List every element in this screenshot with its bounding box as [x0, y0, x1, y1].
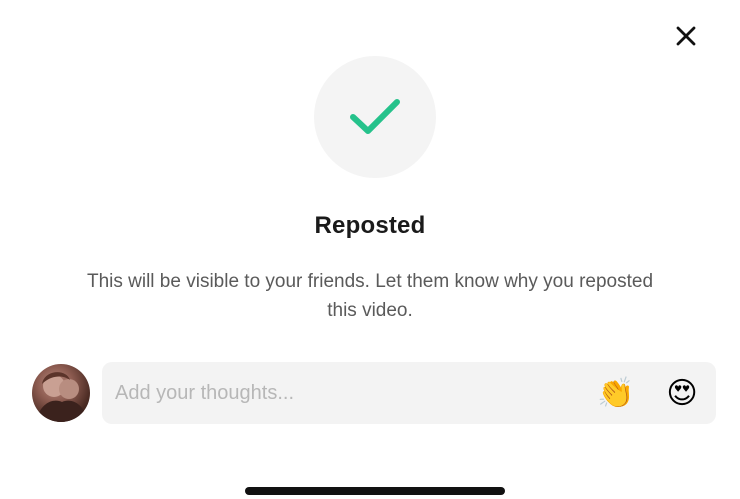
repost-confirmation-sheet: Reposted This will be visible to your fr… — [0, 0, 740, 499]
success-badge — [314, 56, 436, 178]
comment-box: 👏 😍 — [102, 362, 716, 424]
dialog-message: This will be visible to your friends. Le… — [86, 271, 654, 321]
heart-eyes-emoji: 😍 — [666, 377, 698, 410]
checkmark-icon — [350, 99, 400, 134]
clapping-hands-emoji: 👏 — [597, 377, 635, 410]
dialog-title: Reposted — [314, 212, 426, 239]
comment-input[interactable] — [115, 373, 575, 413]
close-button[interactable] — [672, 22, 700, 50]
clapping-hands-emoji-button[interactable]: 👏 — [596, 374, 636, 414]
home-indicator — [245, 487, 505, 495]
user-avatar[interactable] — [32, 364, 90, 422]
close-icon — [676, 26, 696, 46]
heart-eyes-emoji-button[interactable]: 😍 — [662, 374, 702, 414]
avatar-image — [36, 372, 88, 422]
